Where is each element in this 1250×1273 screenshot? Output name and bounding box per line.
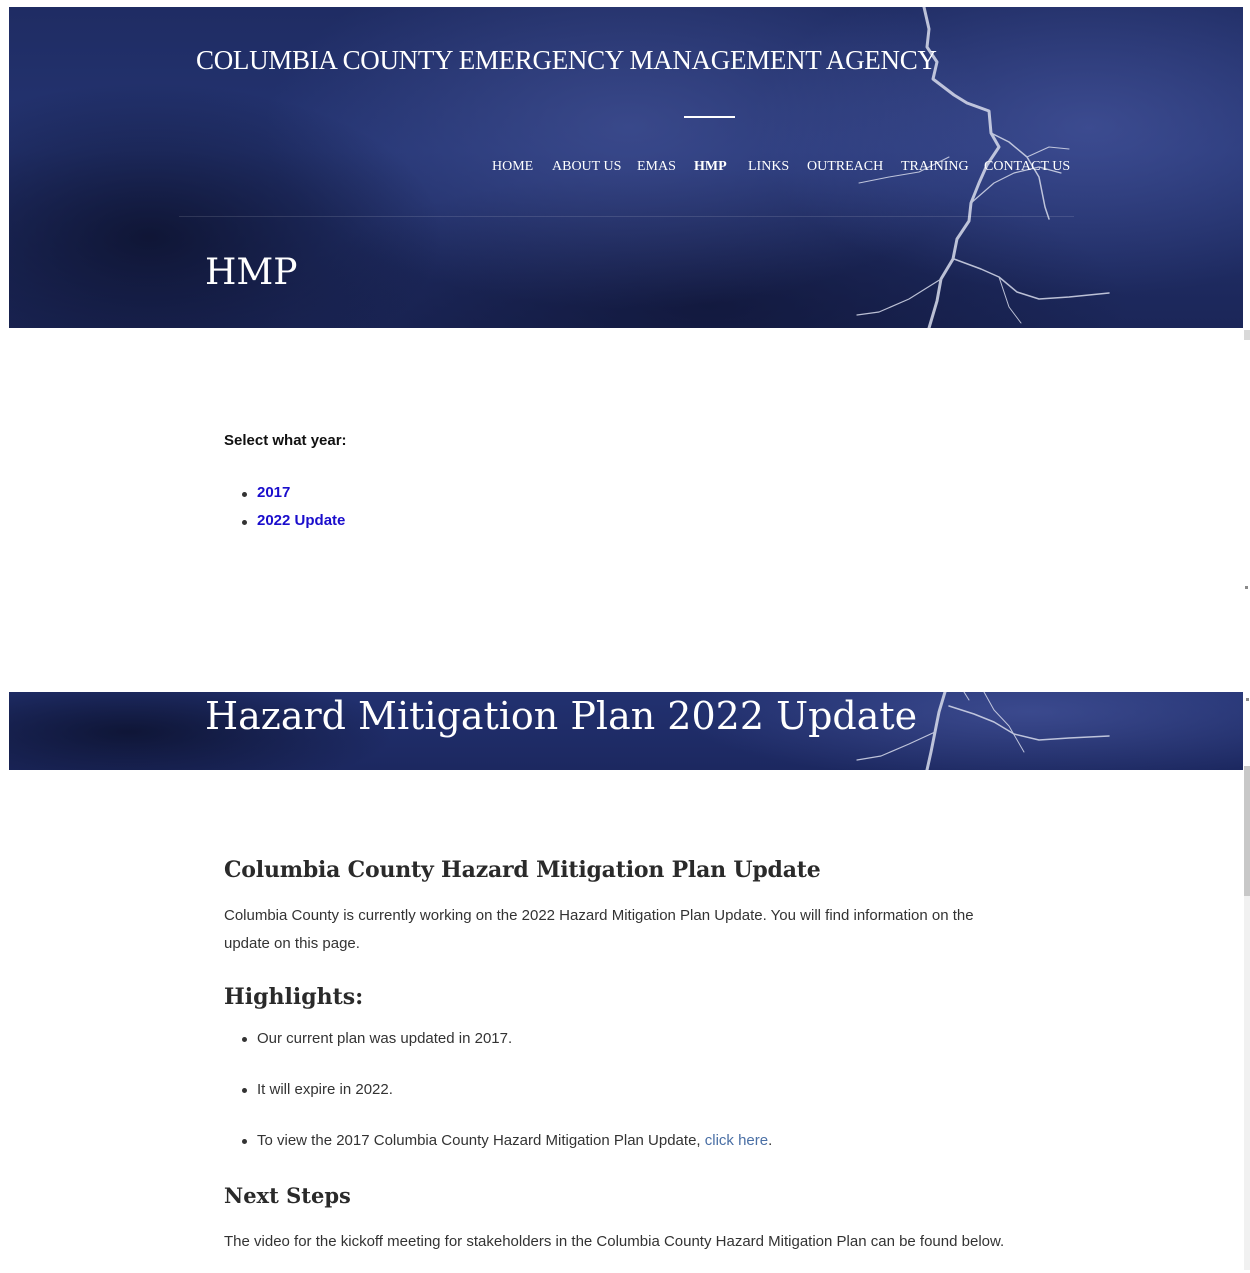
site-title[interactable]: COLUMBIA COUNTY EMERGENCY MANAGEMENT AGE… <box>196 45 937 76</box>
nav-item-contact-us[interactable]: CONTACT US <box>984 159 1070 175</box>
list-item: 2017 <box>241 484 345 512</box>
section-title: Columbia County Hazard Mitigation Plan U… <box>224 857 821 883</box>
scroll-down-arrow-icon[interactable] <box>1245 586 1248 589</box>
nav-item-home[interactable]: HOME <box>492 159 533 175</box>
next-steps-title: Next Steps <box>224 1183 351 1208</box>
click-here-link[interactable]: click here <box>705 1132 768 1149</box>
intro-paragraph: Columbia County is currently working on … <box>224 907 974 952</box>
list-item: It will expire in 2022. <box>241 1076 772 1127</box>
scroll-up-arrow-icon[interactable] <box>1246 698 1249 701</box>
year-list: 2017 2022 Update <box>241 484 345 540</box>
scrollbar-thumb[interactable] <box>1244 330 1250 340</box>
list-item: To view the 2017 Columbia County Hazard … <box>241 1127 772 1178</box>
nav-item-hmp[interactable]: HMP <box>694 159 727 175</box>
banner-heading: Hazard Mitigation Plan 2022 Update <box>205 694 918 738</box>
highlights-title: Highlights: <box>224 984 364 1010</box>
nav-item-links[interactable]: LINKS <box>748 159 789 175</box>
nav-divider <box>179 216 1074 217</box>
nav-item-outreach[interactable]: OUTREACH <box>807 159 883 175</box>
highlight-link-prefix: To view the 2017 Columbia County Hazard … <box>257 1132 701 1149</box>
nav-item-about-us[interactable]: ABOUT US <box>552 159 621 175</box>
year-link-2022-update[interactable]: 2022 Update <box>257 512 345 529</box>
title-underline <box>684 116 735 118</box>
next-steps-paragraph: The video for the kickoff meeting for st… <box>224 1233 1005 1250</box>
year-link-2017[interactable]: 2017 <box>257 484 290 501</box>
list-item: 2022 Update <box>241 512 345 540</box>
list-item: Our current plan was updated in 2017. <box>241 1025 772 1076</box>
scrollbar-thumb[interactable] <box>1244 766 1250 896</box>
highlight-link-suffix: . <box>768 1132 773 1149</box>
page-title: HMP <box>205 252 298 293</box>
year-select-label: Select what year: <box>224 432 347 449</box>
highlights-list: Our current plan was updated in 2017. It… <box>241 1025 772 1178</box>
update-banner: Hazard Mitigation Plan 2022 Update <box>9 692 1243 770</box>
hero-banner: COLUMBIA COUNTY EMERGENCY MANAGEMENT AGE… <box>9 7 1243 328</box>
nav-item-emas[interactable]: EMAS <box>637 159 676 175</box>
nav-item-training[interactable]: TRAINING <box>901 159 969 175</box>
